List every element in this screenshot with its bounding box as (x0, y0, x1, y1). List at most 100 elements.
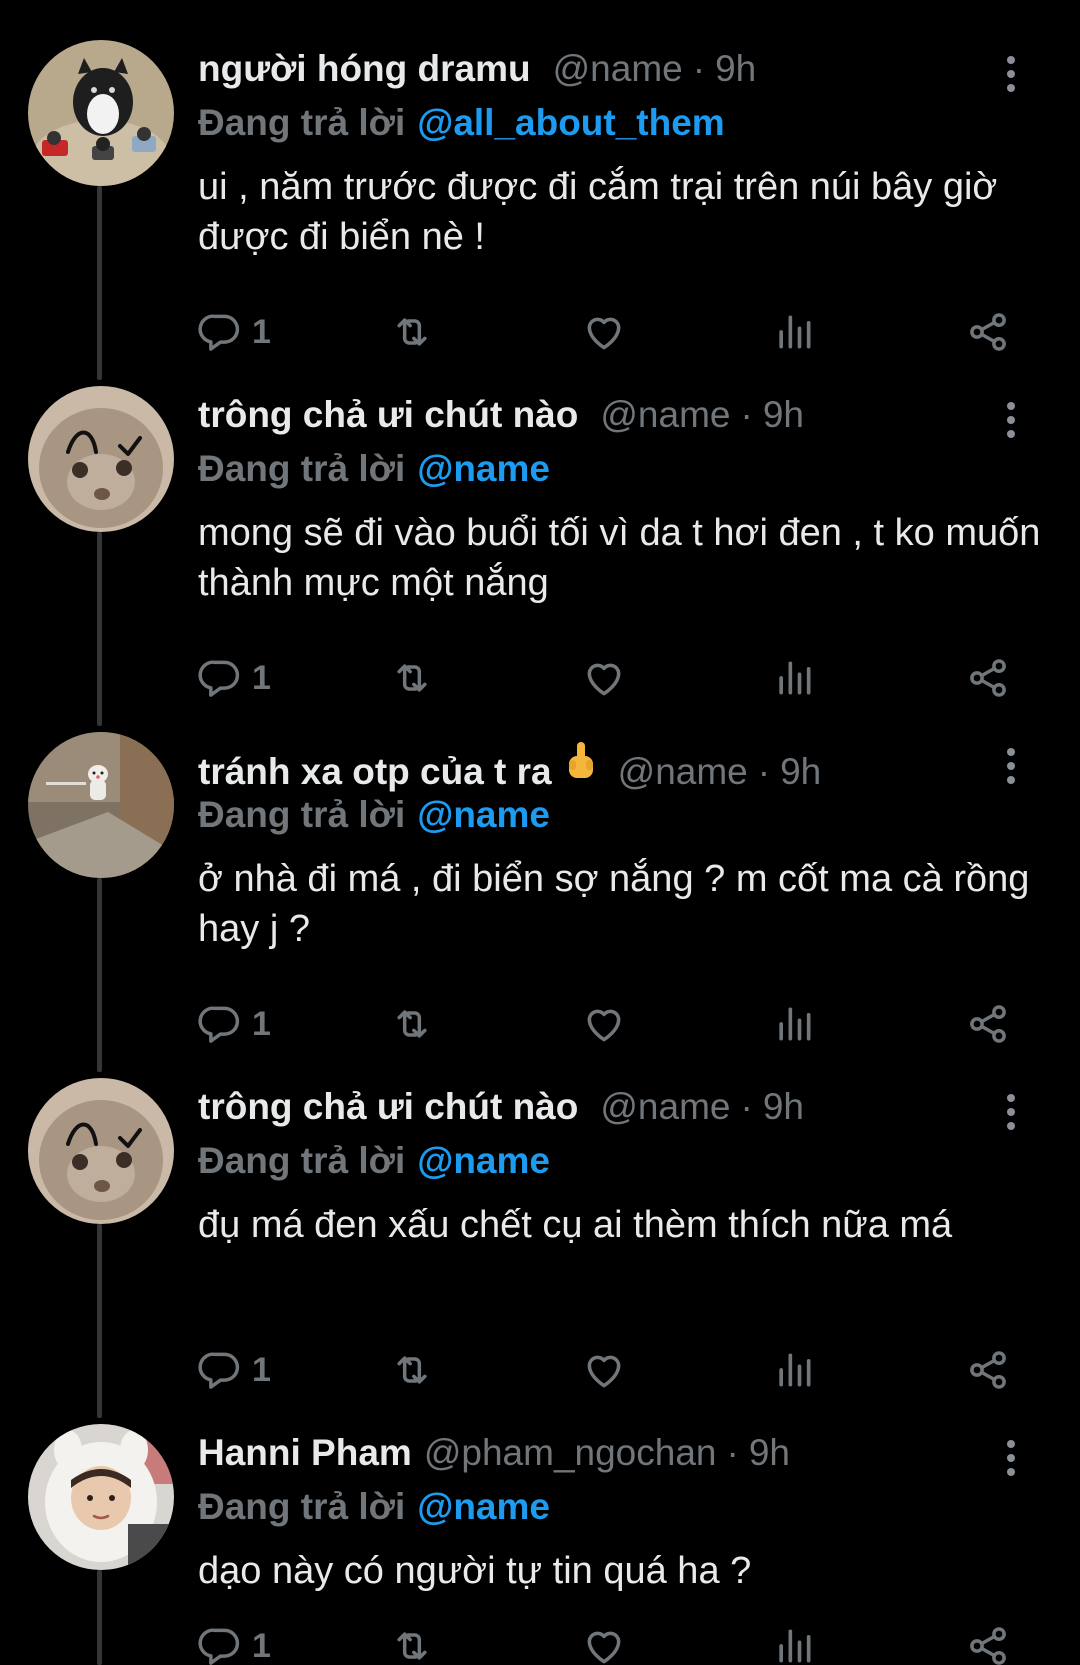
reply-button[interactable]: 1 (198, 1624, 271, 1665)
replying-to-mention[interactable]: @name (417, 1486, 550, 1527)
replying-to-line: Đang trả lời @name (198, 1140, 550, 1182)
timestamp[interactable]: 9h (780, 751, 821, 793)
thread-connector-line (97, 1570, 102, 1665)
retweet-icon (390, 1624, 434, 1665)
views-chart-icon (772, 310, 816, 354)
share-button[interactable] (966, 1348, 1010, 1392)
retweet-button[interactable] (390, 1348, 434, 1392)
replying-to-mention[interactable]: @all_about_them (417, 102, 724, 143)
replying-to-label: Đang trả lời (198, 1486, 406, 1527)
thread-connector-line (97, 532, 102, 726)
action-bar: 1 (198, 656, 1018, 700)
display-name[interactable]: Hanni Pham (198, 1432, 412, 1474)
like-button[interactable] (582, 1624, 626, 1665)
like-button[interactable] (582, 1348, 626, 1392)
retweet-button[interactable] (390, 656, 434, 700)
avatar-image-cat-mics (28, 40, 174, 186)
separator-dot: · (740, 1086, 753, 1127)
replying-to-label: Đang trả lời (198, 1140, 406, 1181)
like-button[interactable] (582, 310, 626, 354)
separator-dot: · (726, 1432, 739, 1473)
share-icon (966, 656, 1010, 700)
more-options-button[interactable] (1006, 1438, 1016, 1478)
display-name[interactable]: tránh xa otp của t ra (198, 751, 552, 793)
retweet-icon (390, 1002, 434, 1046)
avatar-image-cat-face (28, 386, 174, 532)
timestamp[interactable]: 9h (763, 1086, 804, 1128)
display-name[interactable]: người hóng dramu (198, 48, 531, 90)
avatar-image-toy (28, 732, 174, 878)
reply-icon (198, 656, 242, 700)
heart-icon (582, 310, 626, 354)
more-options-button[interactable] (1006, 400, 1016, 440)
action-bar: 1 (198, 1002, 1018, 1046)
user-handle[interactable]: @name (618, 751, 748, 793)
vertical-ellipsis-icon (1006, 54, 1016, 94)
reply-count: 1 (252, 1626, 271, 1665)
avatar[interactable] (28, 732, 174, 878)
reply-count: 1 (252, 312, 271, 351)
tweet-text: ở nhà đi má , đi biển sợ nắng ? m cốt ma… (198, 858, 1030, 950)
replying-to-mention[interactable]: @name (417, 448, 550, 489)
views-chart-icon (772, 1348, 816, 1392)
views-button[interactable] (772, 656, 816, 700)
user-handle[interactable]: @name (600, 394, 730, 436)
like-button[interactable] (582, 1002, 626, 1046)
tweet-1[interactable]: người hóng dramu @name · 9h Đang trả lời… (0, 34, 1080, 380)
retweet-button[interactable] (390, 1002, 434, 1046)
tweet-4[interactable]: trông chả ưi chút nào @name · 9h Đang tr… (0, 1072, 1080, 1418)
like-button[interactable] (582, 656, 626, 700)
reply-thread: người hóng dramu @name · 9h Đang trả lời… (0, 0, 1080, 1665)
tweet-2[interactable]: trông chả ưi chút nào @name · 9h Đang tr… (0, 380, 1080, 726)
share-button[interactable] (966, 1624, 1010, 1665)
timestamp[interactable]: 9h (763, 394, 804, 436)
views-chart-icon (772, 656, 816, 700)
heart-icon (582, 1348, 626, 1392)
reply-button[interactable]: 1 (198, 656, 271, 700)
separator-dot: · (692, 48, 706, 89)
replying-to-mention[interactable]: @name (417, 794, 550, 835)
share-icon (966, 1348, 1010, 1392)
retweet-button[interactable] (390, 310, 434, 354)
tweet-header: Hanni Pham @pham_ngochan · 9h (198, 1432, 790, 1482)
reply-button[interactable]: 1 (198, 1002, 271, 1046)
views-button[interactable] (772, 1348, 816, 1392)
tweet-3[interactable]: tránh xa otp của t ra @name · 9h Đang tr… (0, 726, 1080, 1072)
views-button[interactable] (772, 1624, 816, 1665)
retweet-button[interactable] (390, 1624, 434, 1665)
more-options-button[interactable] (1006, 54, 1016, 94)
user-handle[interactable]: @pham_ngochan (424, 1432, 717, 1474)
replying-to-line: Đang trả lời @all_about_them (198, 102, 725, 144)
replying-to-mention[interactable]: @name (417, 1140, 550, 1181)
share-icon (966, 1624, 1010, 1665)
views-chart-icon (772, 1002, 816, 1046)
heart-icon (582, 656, 626, 700)
more-options-button[interactable] (1006, 1092, 1016, 1132)
user-handle[interactable]: @name (600, 1086, 730, 1128)
timestamp[interactable]: 9h (715, 48, 756, 90)
avatar[interactable] (28, 1078, 174, 1224)
views-button[interactable] (772, 310, 816, 354)
avatar[interactable] (28, 1424, 174, 1570)
more-options-button[interactable] (1006, 746, 1016, 786)
timestamp[interactable]: 9h (749, 1432, 790, 1474)
vertical-ellipsis-icon (1006, 746, 1016, 786)
avatar[interactable] (28, 386, 174, 532)
replying-to-line: Đang trả lời @name (198, 1486, 550, 1528)
display-name[interactable]: trông chả ưi chút nào (198, 1086, 578, 1128)
tweet-text: ui , năm trước được đi cắm trại trên núi… (198, 166, 998, 258)
share-button[interactable] (966, 656, 1010, 700)
tweet-5[interactable]: Hanni Pham @pham_ngochan · 9h Đang trả l… (0, 1418, 1080, 1665)
thread-connector-line (97, 878, 102, 1072)
views-button[interactable] (772, 1002, 816, 1046)
display-name[interactable]: trông chả ưi chút nào (198, 394, 578, 436)
share-button[interactable] (966, 1002, 1010, 1046)
share-button[interactable] (966, 310, 1010, 354)
replying-to-label: Đang trả lời (198, 448, 406, 489)
tweet-header: trông chả ưi chút nào @name · 9h (198, 1086, 804, 1136)
user-handle[interactable]: @name (553, 48, 683, 90)
reply-button[interactable]: 1 (198, 310, 271, 354)
pointing-finger-emoji-icon (564, 740, 598, 784)
reply-button[interactable]: 1 (198, 1348, 271, 1392)
avatar[interactable] (28, 40, 174, 186)
